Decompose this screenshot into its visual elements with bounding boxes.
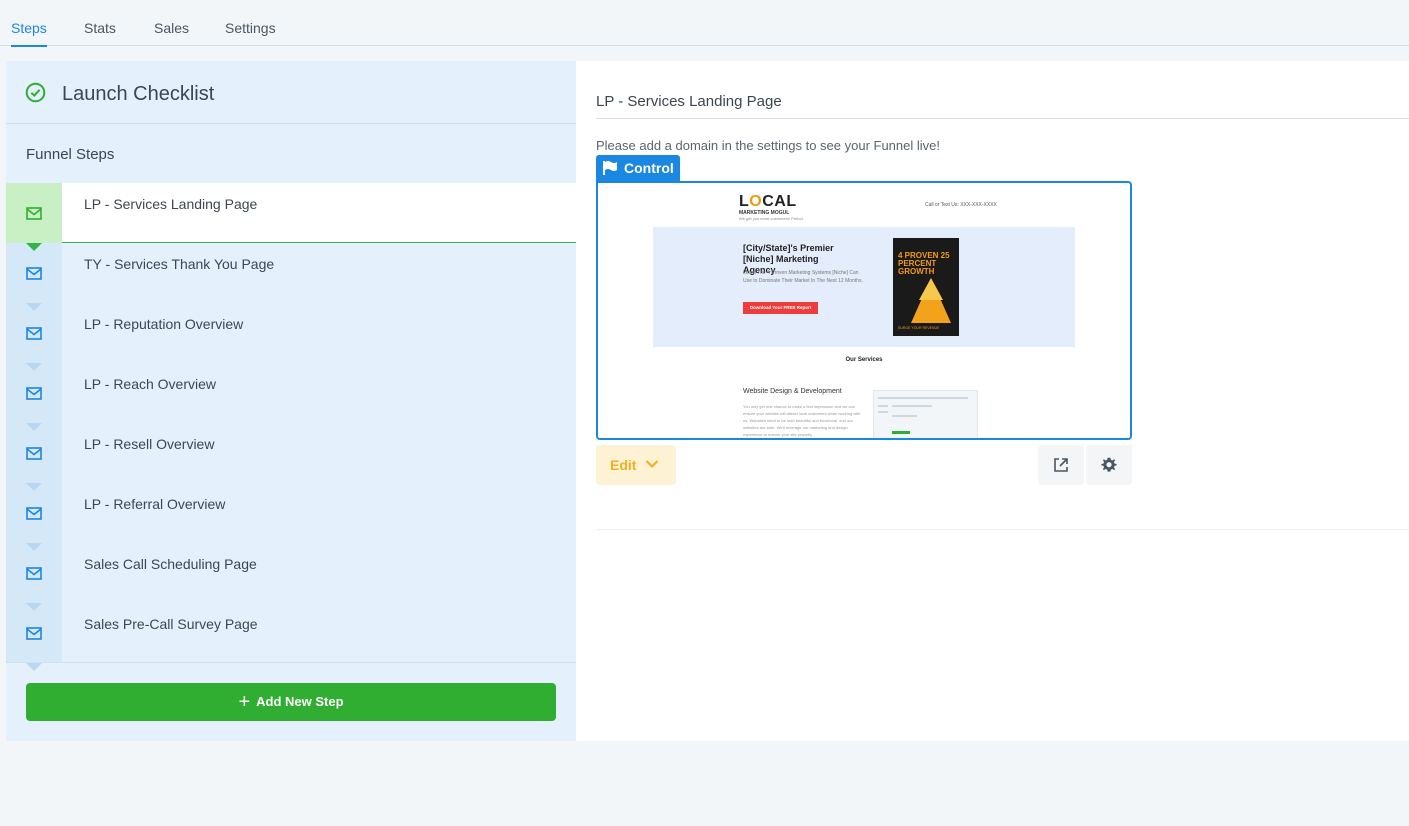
funnel-step[interactable]: LP - Resell Overview — [6, 423, 576, 491]
step-label: LP - Services Landing Page — [84, 196, 258, 212]
tab-settings[interactable]: Settings — [225, 20, 276, 45]
funnel-step-list: LP - Services Landing Page TY - Services… — [6, 183, 576, 671]
step-label: Sales Call Scheduling Page — [84, 556, 257, 572]
funnel-step[interactable]: LP - Reputation Overview — [6, 303, 576, 371]
divider — [596, 529, 1409, 530]
email-icon — [26, 567, 42, 580]
add-new-step-button[interactable]: + Add New Step — [26, 683, 556, 721]
page-preview-thumbnail[interactable]: LOCAL MARKETING MOGUL We get you more cu… — [596, 181, 1132, 440]
funnel-step[interactable]: Sales Call Scheduling Page — [6, 543, 576, 611]
preview-logo-tagline: We get you more customers! Period. — [739, 216, 804, 221]
email-icon — [26, 267, 42, 280]
preview-hero-text: Learn The 4 Proven Marketing Systems [Ni… — [743, 270, 863, 284]
email-icon — [26, 327, 42, 340]
step-label: TY - Services Thank You Page — [84, 256, 275, 272]
email-icon — [26, 207, 42, 220]
check-circle-icon — [25, 82, 46, 103]
flag-icon — [603, 161, 617, 175]
step-label: Sales Pre-Call Survey Page — [84, 616, 258, 632]
funnel-sidebar: Launch Checklist Funnel Steps LP - Servi… — [6, 61, 576, 741]
tab-bar: Steps Stats Sales Settings — [0, 0, 1409, 47]
step-label: LP - Referral Overview — [84, 496, 226, 512]
funnel-step[interactable]: LP - Reach Overview — [6, 363, 576, 431]
step-label: LP - Resell Overview — [84, 436, 215, 452]
launch-checklist[interactable]: Launch Checklist — [6, 61, 576, 124]
tab-stats[interactable]: Stats — [84, 20, 116, 45]
checklist-title: Launch Checklist — [62, 83, 215, 105]
tab-sales[interactable]: Sales — [154, 20, 189, 45]
funnel-step[interactable]: Sales Pre-Call Survey Page — [6, 603, 576, 671]
step-detail-panel: LP - Services Landing Page Please add a … — [576, 61, 1409, 741]
email-icon — [26, 507, 42, 520]
step-label: LP - Reputation Overview — [84, 316, 244, 332]
preview-service-text: You only get one chance to make a first … — [743, 404, 861, 437]
preview-logo: LOCAL — [739, 193, 797, 210]
chevron-down-icon — [645, 460, 659, 469]
preview-service-title: Website Design & Development — [743, 388, 842, 395]
step-settings-button[interactable] — [1086, 445, 1132, 485]
funnel-step[interactable]: LP - Services Landing Page — [6, 183, 576, 251]
email-icon — [26, 627, 42, 640]
divider — [596, 118, 1409, 119]
preview-services-heading: Our Services — [845, 357, 883, 363]
gear-icon — [1101, 457, 1117, 472]
divider — [6, 662, 576, 663]
edit-dropdown-button[interactable]: Edit — [596, 445, 676, 485]
funnel-step[interactable]: TY - Services Thank You Page — [6, 243, 576, 311]
preview-screenshot — [873, 390, 978, 438]
funnel-step[interactable]: LP - Referral Overview — [6, 483, 576, 551]
email-icon — [26, 387, 42, 400]
funnel-steps-heading: Funnel Steps — [26, 146, 115, 163]
preview-book-image: 4 PROVEN 25 PERCENT GROWTH SURGE YOUR RE… — [893, 238, 959, 336]
preview-call-text: Call or Text Us: XXX-XXX-XXXX — [925, 202, 997, 208]
open-external-button[interactable] — [1038, 445, 1084, 485]
preview-cta: Download Your FREE Report — [743, 302, 818, 314]
page-title: LP - Services Landing Page — [596, 93, 782, 110]
edit-label: Edit — [610, 457, 637, 473]
domain-warning: Please add a domain in the settings to s… — [596, 138, 940, 153]
plus-icon: + — [238, 691, 251, 713]
control-variant-tag[interactable]: Control — [596, 155, 680, 181]
step-label: LP - Reach Overview — [84, 376, 217, 392]
email-icon — [26, 447, 42, 460]
preview-hero: [City/State]'s Premier [Niche] Marketing… — [653, 227, 1075, 347]
external-link-icon — [1054, 458, 1068, 472]
control-label: Control — [624, 160, 674, 176]
tab-steps[interactable]: Steps — [11, 20, 47, 47]
add-new-step-label: Add New Step — [256, 694, 344, 709]
